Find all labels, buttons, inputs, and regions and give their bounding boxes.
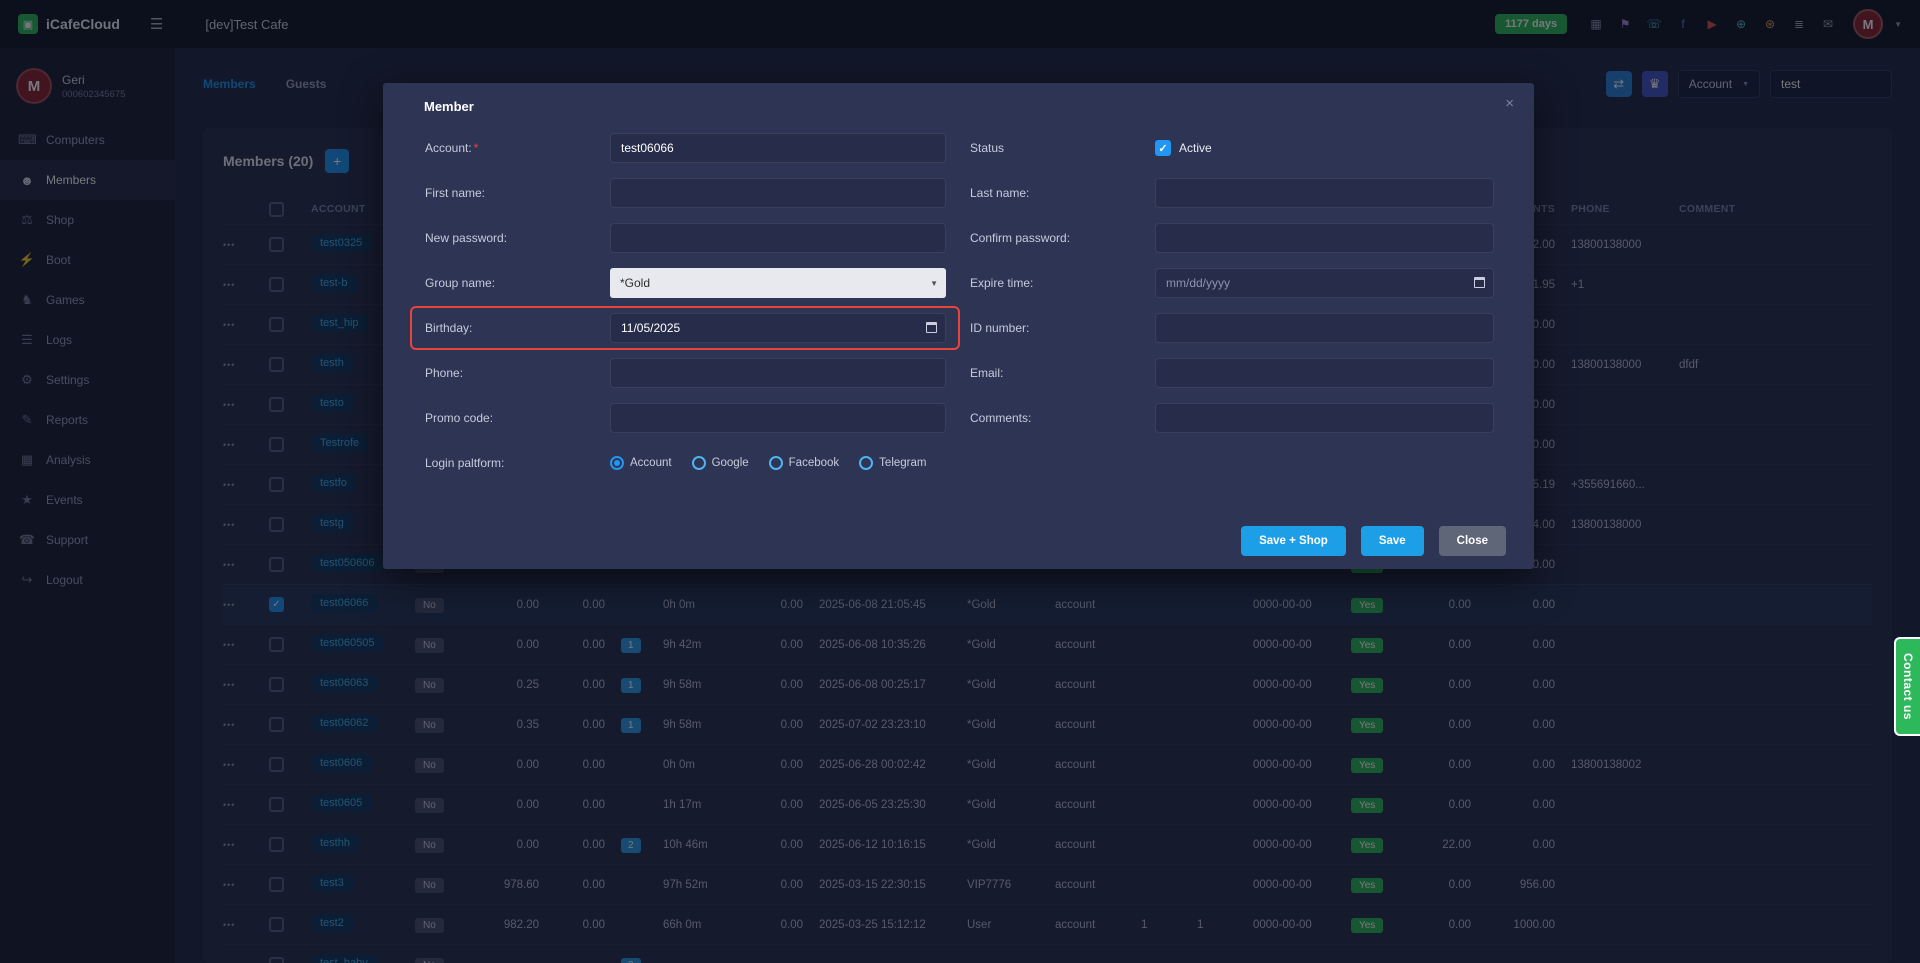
phone-row: Phone:	[425, 358, 946, 388]
expire-time-input[interactable]	[1155, 268, 1494, 298]
status-active-checkbox[interactable]: ✓	[1155, 140, 1171, 156]
group-name-value: *Gold	[620, 276, 650, 290]
form-left-column: Account:* First name: New password: Grou…	[425, 133, 946, 493]
new-password-label: New password:	[425, 231, 610, 245]
contact-us-button[interactable]: Contact us	[1894, 637, 1920, 736]
last-name-label: Last name:	[970, 186, 1155, 200]
radio-icon	[859, 456, 873, 470]
group-name-label: Group name:	[425, 276, 610, 290]
modal-buttons: Save + Shop Save Close	[1241, 526, 1506, 556]
radio-icon	[692, 456, 706, 470]
save-button[interactable]: Save	[1361, 526, 1424, 556]
birthday-label: Birthday:	[425, 321, 610, 335]
email-row: Email:	[970, 358, 1494, 388]
birthday-row-highlighted: Birthday:	[412, 308, 958, 348]
email-input[interactable]	[1155, 358, 1494, 388]
comments-label: Comments:	[970, 411, 1155, 425]
calendar-icon[interactable]	[926, 322, 937, 333]
required-mark: *	[474, 141, 479, 155]
login-platform-option-telegram[interactable]: Telegram	[859, 456, 926, 470]
promo-code-input[interactable]	[610, 403, 946, 433]
account-input[interactable]	[610, 133, 946, 163]
new-password-row: New password:	[425, 223, 946, 253]
comments-input[interactable]	[1155, 403, 1494, 433]
save-shop-button[interactable]: Save + Shop	[1241, 526, 1346, 556]
close-button[interactable]: Close	[1439, 526, 1506, 556]
close-icon[interactable]: ×	[1505, 95, 1514, 112]
comments-row: Comments:	[970, 403, 1494, 433]
member-form: Account:* First name: New password: Grou…	[383, 133, 1534, 493]
id-number-input[interactable]	[1155, 313, 1494, 343]
last-name-input[interactable]	[1155, 178, 1494, 208]
login-platform-option-facebook[interactable]: Facebook	[769, 456, 840, 470]
expire-time-label: Expire time:	[970, 276, 1155, 290]
confirm-password-label: Confirm password:	[970, 231, 1155, 245]
first-name-label: First name:	[425, 186, 610, 200]
email-label: Email:	[970, 366, 1155, 380]
expire-time-row: Expire time:	[970, 268, 1494, 298]
birthday-input[interactable]	[610, 313, 946, 343]
group-name-select[interactable]: *Gold ▼	[610, 268, 946, 298]
member-modal: Member × Account:* First name: New passw…	[383, 83, 1534, 569]
login-platform-option-account[interactable]: Account	[610, 456, 672, 470]
confirm-password-input[interactable]	[1155, 223, 1494, 253]
status-label: Status	[970, 141, 1155, 155]
login-platform-group: Account Google Facebook Telegram	[610, 456, 946, 470]
first-name-row: First name:	[425, 178, 946, 208]
last-name-row: Last name:	[970, 178, 1494, 208]
calendar-icon[interactable]	[1474, 277, 1485, 288]
account-row: Account:*	[425, 133, 946, 163]
status-active-label: Active	[1179, 141, 1212, 155]
promo-code-row: Promo code:	[425, 403, 946, 433]
id-number-label: ID number:	[970, 321, 1155, 335]
login-platform-label: Login paltform:	[425, 456, 610, 470]
id-number-row: ID number:	[970, 313, 1494, 343]
first-name-input[interactable]	[610, 178, 946, 208]
promo-code-label: Promo code:	[425, 411, 610, 425]
status-row: Status ✓ Active	[970, 133, 1494, 163]
phone-label: Phone:	[425, 366, 610, 380]
account-label: Account:	[425, 141, 472, 155]
group-name-row: Group name: *Gold ▼	[425, 268, 946, 298]
login-platform-option-google[interactable]: Google	[692, 456, 749, 470]
new-password-input[interactable]	[610, 223, 946, 253]
modal-title: Member	[383, 83, 1534, 119]
phone-input[interactable]	[610, 358, 946, 388]
form-right-column: Status ✓ Active Last name: Confirm passw…	[970, 133, 1494, 448]
login-platform-row: Login paltform: Account Google Facebook Tel…	[425, 448, 946, 478]
radio-icon	[610, 456, 624, 470]
radio-icon	[769, 456, 783, 470]
chevron-down-icon: ▼	[930, 279, 938, 288]
confirm-password-row: Confirm password:	[970, 223, 1494, 253]
